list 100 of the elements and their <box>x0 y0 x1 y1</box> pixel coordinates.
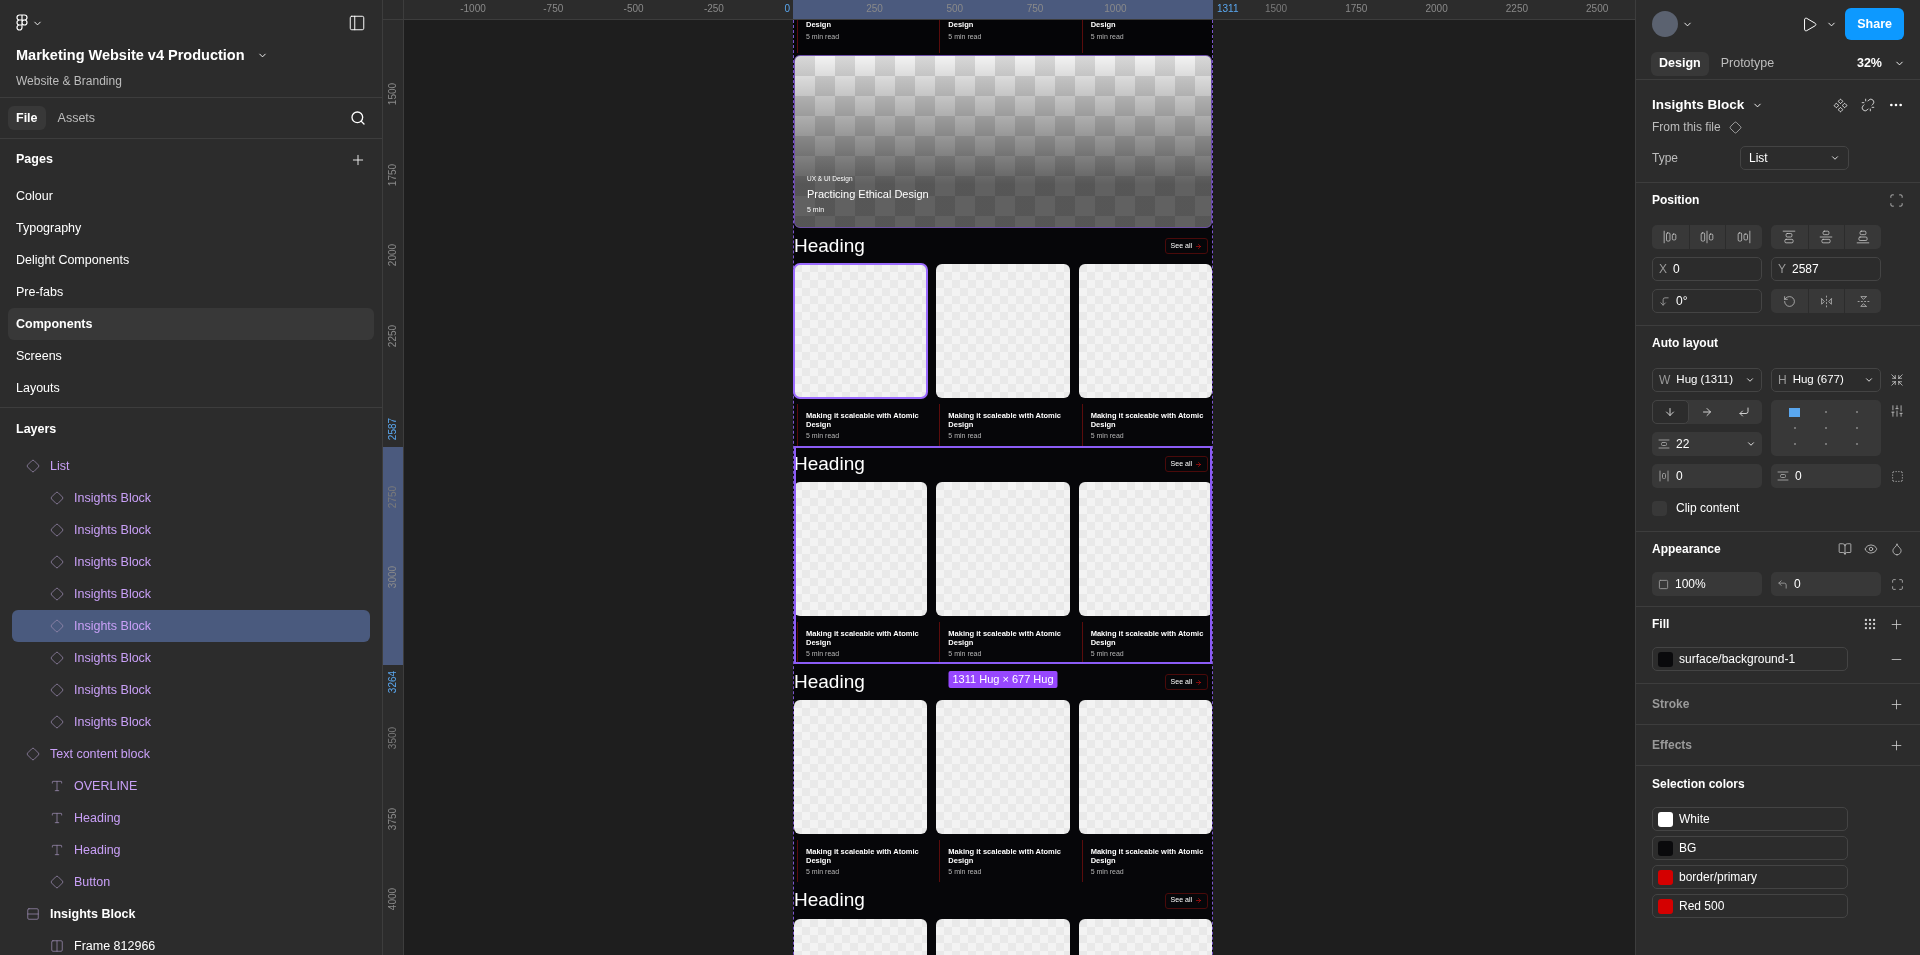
ruler-label: -1000 <box>460 3 486 15</box>
color-style-field[interactable]: BG <box>1652 836 1848 860</box>
rotation-field[interactable]: 0° <box>1652 289 1762 313</box>
layer-row[interactable]: Insights Block <box>12 642 370 674</box>
diamond-icon <box>50 523 64 537</box>
layer-row[interactable]: Insights Block <box>12 578 370 610</box>
layer-row[interactable]: Heading <box>12 802 370 834</box>
flip-horizontal-icon[interactable] <box>1820 294 1833 308</box>
section-title: Effects <box>1652 737 1692 754</box>
zoom-dropdown[interactable]: 32% <box>1856 54 1905 73</box>
eye-icon[interactable] <box>1864 542 1878 556</box>
dashed-square-icon[interactable] <box>1891 469 1904 483</box>
chevron-down-icon <box>1830 153 1840 163</box>
add-icon[interactable] <box>1889 737 1904 753</box>
droplet-icon[interactable] <box>1890 542 1904 556</box>
component-icon[interactable] <box>1833 97 1848 113</box>
layer-row[interactable]: Insights Block <box>12 706 370 738</box>
layer-row[interactable]: Text content block <box>12 738 370 770</box>
section-title: Fill <box>1652 616 1670 633</box>
align-icon[interactable] <box>1782 230 1797 244</box>
page-item[interactable]: Layouts <box>8 372 374 404</box>
layer-row[interactable]: Heading <box>12 834 370 866</box>
section-title: Selection colors <box>1652 776 1745 793</box>
sidebar-tab[interactable]: Assets <box>49 106 104 130</box>
color-style-field[interactable]: border/primary <box>1652 865 1848 889</box>
page-item[interactable]: Colour <box>8 180 374 212</box>
corners-icon[interactable] <box>1891 577 1904 591</box>
opacity-field[interactable]: 100% <box>1652 572 1762 596</box>
play-icon[interactable] <box>1801 15 1819 33</box>
diamond-icon <box>50 651 64 665</box>
unlink-icon[interactable] <box>1861 98 1875 112</box>
color-style-field[interactable]: Red 500 <box>1652 894 1848 918</box>
checkbox-label: Clip content <box>1676 500 1740 517</box>
type-dropdown[interactable]: List <box>1740 146 1849 170</box>
ruler-label: 500 <box>946 3 964 15</box>
sidebar-tab[interactable]: File <box>8 106 46 130</box>
layer-row[interactable]: OVERLINE <box>12 770 370 802</box>
x-field[interactable]: X 0 <box>1652 257 1762 281</box>
padding-field[interactable]: 0 <box>1771 464 1881 488</box>
rotate-icon[interactable] <box>1782 294 1796 308</box>
resize-icon[interactable] <box>1890 373 1904 387</box>
y-field[interactable]: Y 2587 <box>1771 257 1881 281</box>
add-icon[interactable] <box>1889 616 1904 632</box>
dots-grid-icon[interactable] <box>1863 617 1877 631</box>
gap-field[interactable]: 22 <box>1652 432 1762 456</box>
align-icon[interactable] <box>1819 230 1834 244</box>
book-icon[interactable] <box>1838 542 1852 556</box>
return-arrow-icon <box>1737 406 1750 418</box>
align-icon[interactable] <box>1856 230 1871 244</box>
page-item[interactable]: Screens <box>8 340 374 372</box>
layer-row[interactable]: Frame 812966 <box>12 930 370 955</box>
section-title: Pages <box>16 151 53 169</box>
ruler-label: 1500 <box>1264 3 1288 15</box>
search-icon[interactable] <box>350 110 366 126</box>
direction-toggle[interactable] <box>1652 400 1689 424</box>
add-icon[interactable] <box>1889 696 1904 712</box>
ruler-label: -750 <box>543 3 564 15</box>
diamond-icon <box>50 587 64 601</box>
sidebar-toggle-icon[interactable] <box>348 14 366 32</box>
ruler-label: 1000 <box>1104 3 1127 15</box>
page-item[interactable]: Typography <box>8 212 374 244</box>
section-title: Auto layout <box>1652 335 1718 352</box>
layer-row[interactable]: Insights Block <box>12 674 370 706</box>
color-style-field[interactable]: White <box>1652 807 1848 831</box>
padding-icon <box>1658 470 1670 482</box>
radius-field[interactable]: 0 <box>1771 572 1881 596</box>
ruler-label: -250 <box>703 3 724 15</box>
page-item[interactable]: Pre-fabs <box>8 276 374 308</box>
height-field[interactable]: H Hug (677) <box>1771 368 1881 392</box>
diamond-icon <box>1728 120 1742 134</box>
panel-tab[interactable]: Design <box>1651 51 1709 76</box>
diamond-icon <box>26 459 40 473</box>
layer-row[interactable]: List <box>12 450 370 482</box>
block-heading: Heading <box>794 888 865 913</box>
source-label: From this file <box>1652 119 1721 136</box>
panel-tab[interactable]: Prototype <box>1712 51 1783 76</box>
layer-row[interactable]: Insights Block <box>12 514 370 546</box>
component-name: Insights Block <box>1652 95 1745 114</box>
align-icon[interactable] <box>1737 230 1752 244</box>
layer-row[interactable]: Insights Block <box>12 482 370 514</box>
arrow-down-icon <box>1664 406 1677 418</box>
page-item[interactable]: Components <box>8 308 374 340</box>
field-label: Type <box>1652 150 1678 167</box>
layer-row[interactable]: Insights Block <box>12 546 370 578</box>
scan-icon[interactable] <box>1889 192 1904 208</box>
page-item[interactable]: Delight Components <box>8 244 374 276</box>
flip-vertical-icon[interactable] <box>1856 294 1870 308</box>
ruler-label: 0 <box>784 3 790 15</box>
width-field[interactable]: W Hug (1311) <box>1652 368 1762 392</box>
sliders-icon[interactable] <box>1890 404 1904 418</box>
size-badge: 1311 Hug × 677 Hug <box>948 671 1058 688</box>
padding-field[interactable]: 0 <box>1652 464 1762 488</box>
layer-row[interactable]: Button <box>12 866 370 898</box>
fill-style-field[interactable]: surface/background-1 <box>1652 647 1848 671</box>
arrow-right-icon <box>1195 460 1202 468</box>
alignment-grid[interactable] <box>1771 400 1881 456</box>
align-icon[interactable] <box>1700 230 1715 244</box>
layer-row[interactable]: Insights Block <box>12 898 370 930</box>
main-menu-button[interactable] <box>16 14 43 32</box>
align-icon[interactable] <box>1663 230 1678 244</box>
